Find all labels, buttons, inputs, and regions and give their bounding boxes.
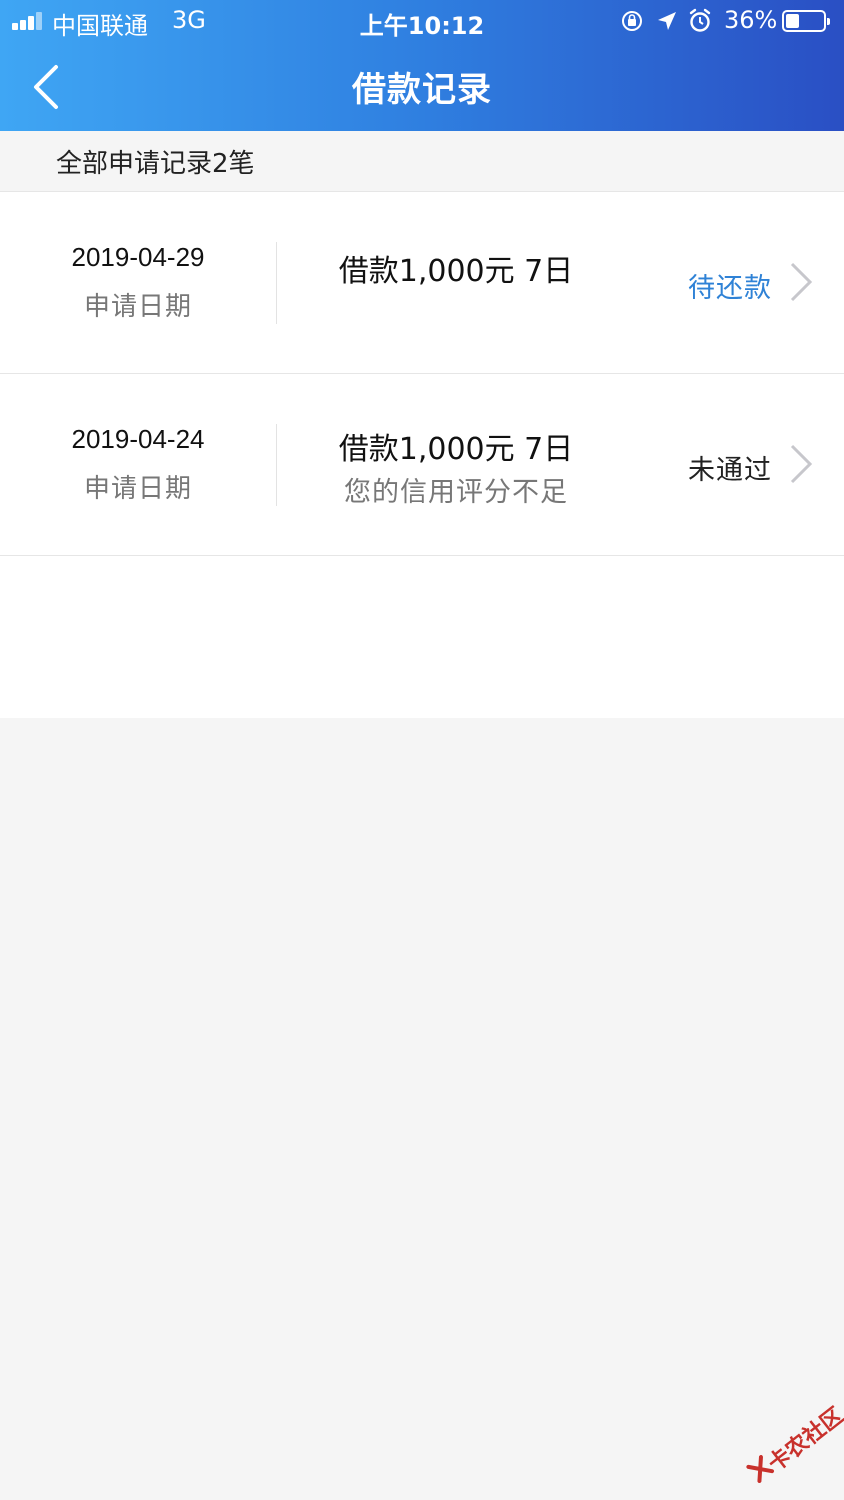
alarm-icon — [689, 8, 711, 32]
record-amount: 借款1,000元 7日 — [338, 432, 574, 467]
record-status: 待还款 — [688, 273, 772, 304]
location-icon — [658, 12, 676, 30]
orientation-lock-icon — [622, 11, 642, 31]
watermark-logo: 卡农社区 — [736, 1395, 844, 1500]
record-reason: 您的信用评分不足 — [344, 477, 568, 508]
record-date-label: 申请日期 — [83, 292, 192, 322]
watermark-text: 卡农社区 — [763, 1403, 844, 1478]
loan-record-row[interactable]: 2019-04-29 申请日期 借款1,000元 7日 待还款 — [0, 192, 844, 374]
chevron-right-icon — [790, 444, 813, 484]
chevron-right-icon — [790, 262, 813, 302]
battery-percentage: 36% — [724, 6, 778, 34]
battery-icon — [782, 10, 830, 32]
loan-record-row[interactable]: 2019-04-24 申请日期 借款1,000元 7日 您的信用评分不足 未通过 — [0, 374, 844, 556]
record-date: 2019-04-29 — [71, 242, 205, 272]
records-count-text: 全部申请记录2笔 — [56, 149, 255, 179]
record-status: 未通过 — [688, 455, 772, 486]
record-date-label: 申请日期 — [83, 474, 192, 504]
app-header: 中国联通 3G 上午10:12 36% 借款记录 — [0, 0, 844, 131]
record-amount: 借款1,000元 7日 — [338, 254, 574, 289]
record-date: 2019-04-24 — [71, 424, 205, 454]
page-title: 借款记录 — [352, 70, 492, 110]
records-summary: 全部申请记录2笔 — [0, 131, 844, 192]
loan-records-list: 2019-04-29 申请日期 借款1,000元 7日 待还款 2019-04-… — [0, 192, 844, 718]
status-time: 上午10:12 — [359, 12, 485, 40]
status-bar: 中国联通 3G 上午10:12 36% — [0, 0, 844, 42]
